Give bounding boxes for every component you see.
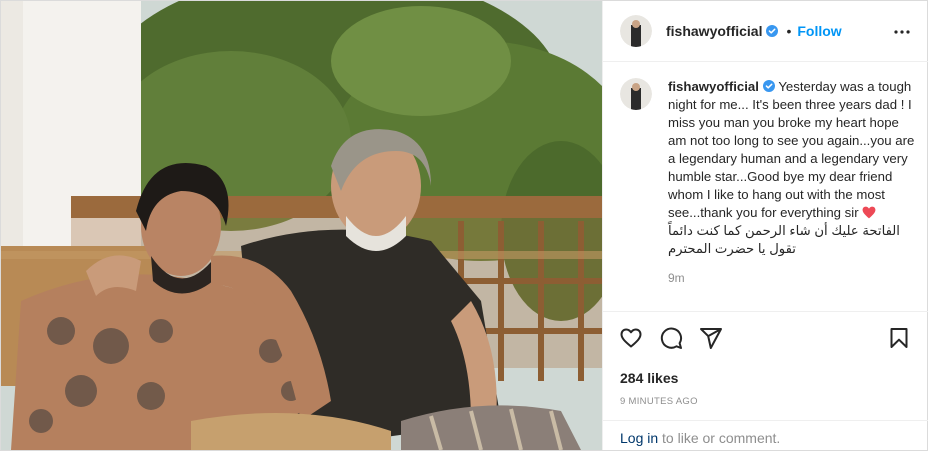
instagram-post: fishawyofficial • Follow fishawyofficial… xyxy=(0,0,928,451)
photo-illustration xyxy=(1,1,602,450)
verified-badge-icon xyxy=(762,80,775,92)
comment-login-suffix: to like or comment. xyxy=(658,430,781,446)
post-sidebar: fishawyofficial • Follow fishawyofficial… xyxy=(602,1,928,451)
caption-body: fishawyofficial Yesterday was a tough ni… xyxy=(668,78,916,287)
comment-login-bar: Log in to like or comment. xyxy=(603,420,928,452)
separator-dot: • xyxy=(786,23,792,39)
caption-arabic: الفاتحة عليك أن شاء الرحمن كما كنت دائما… xyxy=(668,223,900,256)
likes-count[interactable]: 284 likes xyxy=(620,370,678,386)
heart-outline-icon[interactable] xyxy=(619,326,643,350)
login-link[interactable]: Log in xyxy=(620,430,658,446)
caption-avatar[interactable] xyxy=(620,78,652,110)
post-timestamp[interactable]: 9 MINUTES AGO xyxy=(620,396,698,407)
caption-text: Yesterday was a tough night for me... It… xyxy=(668,79,915,220)
comment-icon[interactable] xyxy=(659,326,683,350)
paper-plane-icon[interactable] xyxy=(699,326,723,350)
verified-badge-icon xyxy=(766,25,779,37)
post-caption: fishawyofficial Yesterday was a tough ni… xyxy=(620,78,920,287)
bookmark-icon[interactable] xyxy=(887,326,911,350)
post-photo[interactable] xyxy=(1,1,602,450)
caption-username[interactable]: fishawyofficial xyxy=(668,79,759,94)
action-bar xyxy=(619,326,919,352)
follow-button[interactable]: Follow xyxy=(797,23,841,39)
avatar[interactable] xyxy=(620,15,652,47)
more-horizontal-icon[interactable] xyxy=(890,20,914,44)
caption-relative-time[interactable]: 9m xyxy=(668,269,916,287)
post-header: fishawyofficial • Follow xyxy=(603,1,928,62)
username[interactable]: fishawyofficial xyxy=(666,23,762,39)
red-heart-emoji-icon xyxy=(862,206,876,219)
post-actions: 284 likes 9 MINUTES AGO Log in to like o… xyxy=(603,311,928,451)
